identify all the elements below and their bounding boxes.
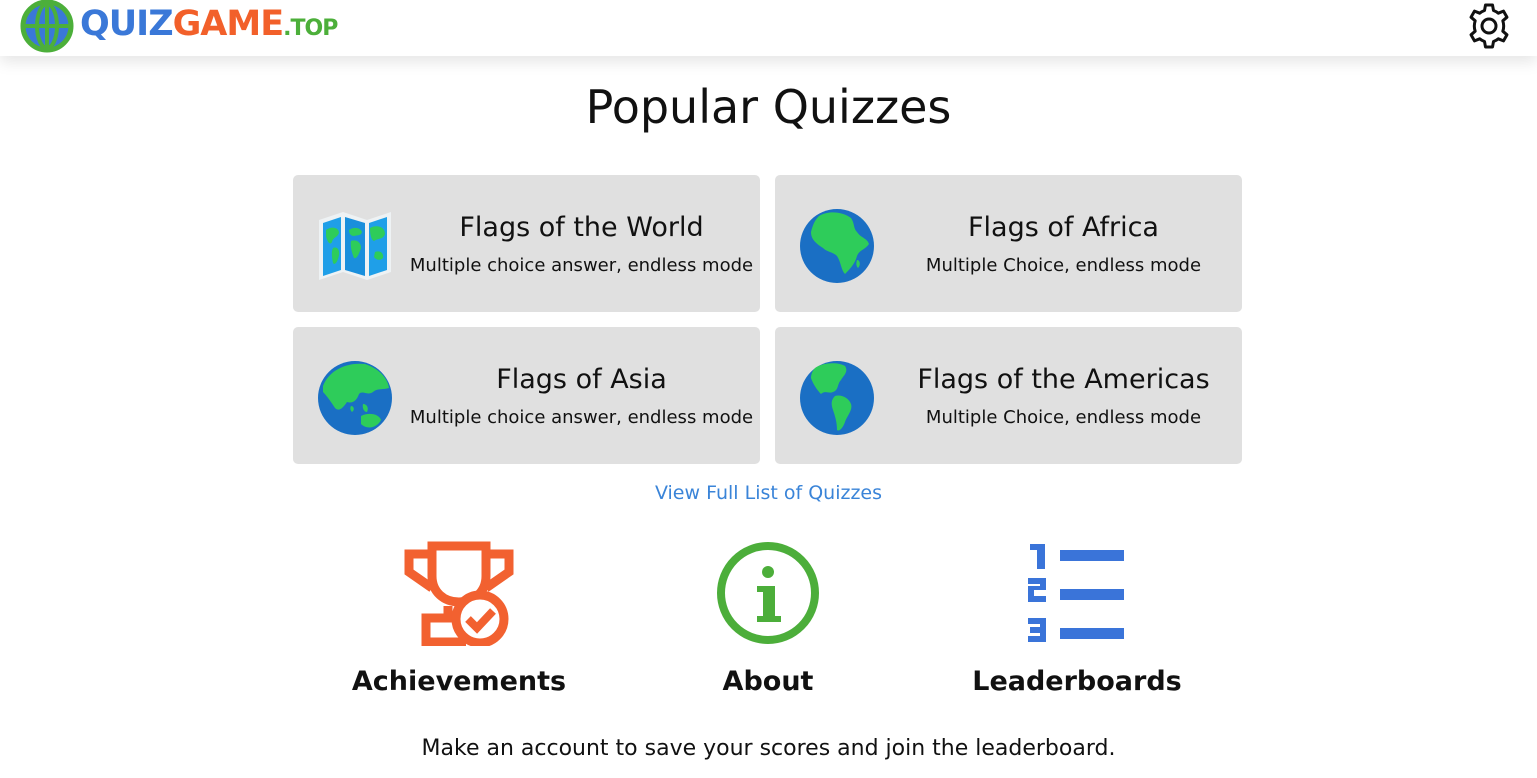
quiz-title: Flags of the Americas <box>917 364 1210 395</box>
top-bar: QUIZGAME.TOP <box>0 0 1537 56</box>
quiz-grid: Flags of the World Multiple choice answe… <box>293 175 1242 465</box>
quiz-card-text: Flags of Africa Multiple Choice, endless… <box>885 211 1242 279</box>
feature-label: Achievements <box>351 666 567 697</box>
ranked-list-icon <box>1028 544 1124 642</box>
quiz-card-americas[interactable]: Flags of the Americas Multiple Choice, e… <box>775 327 1242 464</box>
about-button[interactable]: About <box>638 540 898 697</box>
info-icon <box>717 542 819 644</box>
account-prompt: Make an account to save your scores and … <box>421 736 1116 761</box>
site-logo[interactable]: QUIZGAME.TOP <box>20 0 338 55</box>
quiz-title: Flags of Africa <box>968 212 1159 243</box>
quiz-subtitle: Multiple Choice, endless mode <box>925 407 1202 428</box>
view-full-list-link[interactable]: View Full List of Quizzes <box>0 482 1537 504</box>
quiz-card-world[interactable]: Flags of the World Multiple choice answe… <box>293 175 760 312</box>
quiz-subtitle: Multiple choice answer, endless mode <box>409 255 754 276</box>
quiz-title: Flags of the World <box>459 212 704 243</box>
globe-americas-icon <box>800 361 874 435</box>
logo-part-top: .TOP <box>283 15 338 41</box>
quiz-subtitle: Multiple Choice, endless mode <box>925 255 1202 276</box>
settings-button[interactable] <box>1465 2 1513 50</box>
feature-label: Leaderboards <box>972 666 1182 697</box>
view-full-list-label[interactable]: View Full List of Quizzes <box>655 482 882 504</box>
gear-icon <box>1469 3 1509 49</box>
feature-label: About <box>722 666 814 697</box>
trophy-icon <box>404 541 514 646</box>
quiz-card-text: Flags of Asia Multiple choice answer, en… <box>403 363 760 431</box>
globe-icon <box>20 0 74 53</box>
achievements-button[interactable]: Achievements <box>329 540 589 697</box>
logo-part-quiz: QUIZ <box>80 3 174 44</box>
globe-africa-icon <box>800 209 874 283</box>
logo-wordmark: QUIZGAME.TOP <box>80 0 338 55</box>
globe-asia-icon <box>318 361 392 435</box>
quiz-subtitle: Multiple choice answer, endless mode <box>409 407 754 428</box>
world-map-icon <box>319 212 391 280</box>
logo-part-game: GAME <box>172 3 285 44</box>
quiz-card-africa[interactable]: Flags of Africa Multiple Choice, endless… <box>775 175 1242 312</box>
quiz-card-asia[interactable]: Flags of Asia Multiple choice answer, en… <box>293 327 760 464</box>
quiz-title: Flags of Asia <box>496 364 667 395</box>
page-title: Popular Quizzes <box>585 80 952 134</box>
leaderboards-button[interactable]: Leaderboards <box>947 540 1207 697</box>
quiz-card-text: Flags of the Americas Multiple Choice, e… <box>885 363 1242 431</box>
quiz-card-text: Flags of the World Multiple choice answe… <box>403 211 760 279</box>
